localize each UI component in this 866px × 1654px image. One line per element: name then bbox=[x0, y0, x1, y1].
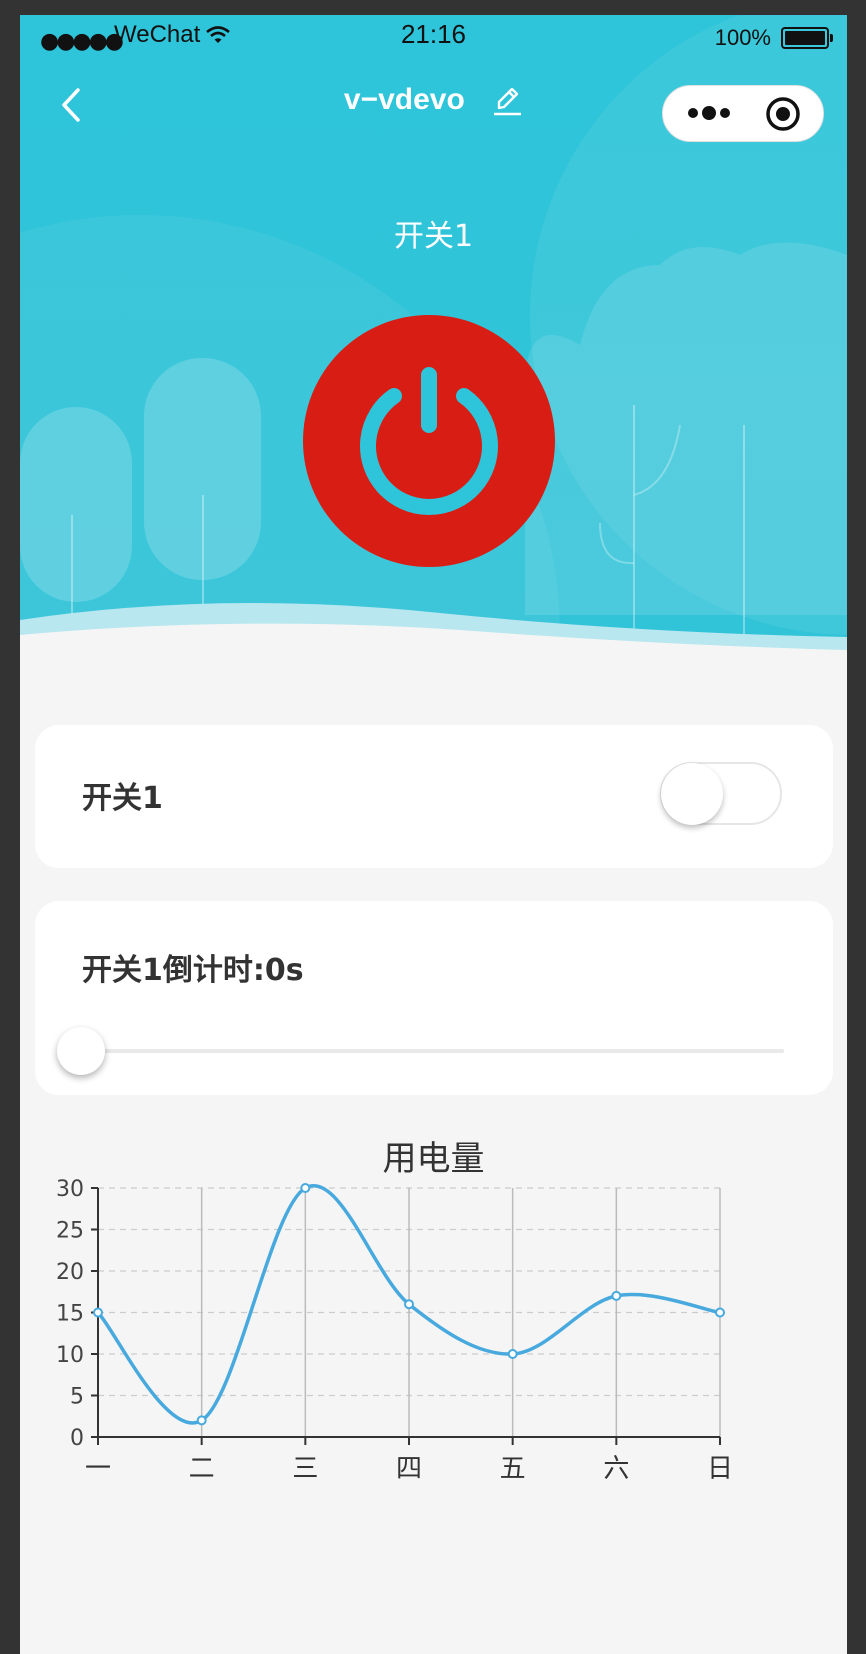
switch-toggle[interactable] bbox=[660, 762, 782, 825]
data-point bbox=[196, 1415, 207, 1426]
data-point bbox=[715, 1307, 725, 1318]
switch-card: 开关1 bbox=[35, 725, 833, 868]
y-tick-label: 30 bbox=[56, 1177, 84, 1202]
y-tick-label: 25 bbox=[56, 1219, 84, 1244]
data-point bbox=[93, 1307, 103, 1318]
target-icon[interactable] bbox=[763, 94, 803, 134]
hero-banner: ●●●●● WeChat 21:16 100% v−vdevo 开关1 bbox=[20, 15, 847, 655]
device-name: v−vdevo bbox=[343, 83, 465, 117]
more-dots-icon[interactable] bbox=[681, 93, 741, 133]
x-tick-label: 一 bbox=[85, 1454, 111, 1484]
status-bar: ●●●●● WeChat 21:16 100% bbox=[20, 15, 847, 55]
chart-title: 用电量 bbox=[382, 1139, 485, 1179]
battery-icon bbox=[781, 27, 833, 49]
switch-label: 开关1 bbox=[82, 781, 163, 816]
power-icon bbox=[360, 367, 498, 515]
countdown-label: 开关1倒计时:0s bbox=[82, 953, 304, 988]
pencil-icon[interactable] bbox=[491, 83, 523, 117]
power-button[interactable] bbox=[303, 315, 555, 567]
countdown-slider-thumb[interactable] bbox=[57, 1027, 105, 1075]
x-tick-label: 四 bbox=[396, 1454, 422, 1484]
data-point bbox=[300, 1183, 311, 1193]
x-tick-label: 五 bbox=[500, 1454, 526, 1484]
x-tick-label: 日 bbox=[707, 1454, 733, 1484]
y-tick-label: 10 bbox=[56, 1343, 84, 1368]
mini-program-capsule bbox=[662, 85, 824, 142]
y-tick-label: 20 bbox=[56, 1260, 84, 1285]
phone-screen: ●●●●● WeChat 21:16 100% v−vdevo 开关1 开关1 … bbox=[20, 15, 847, 1654]
y-tick-label: 15 bbox=[56, 1302, 84, 1327]
toggle-knob bbox=[661, 763, 723, 825]
data-point bbox=[404, 1299, 414, 1310]
timer-card: 开关1倒计时:0s bbox=[35, 901, 833, 1095]
x-tick-label: 三 bbox=[292, 1454, 318, 1484]
data-point bbox=[507, 1349, 518, 1359]
navigation-bar: v−vdevo bbox=[20, 70, 847, 150]
countdown-slider-track[interactable] bbox=[80, 1049, 784, 1053]
y-tick-label: 0 bbox=[70, 1426, 84, 1451]
hero-switch-label: 开关1 bbox=[393, 219, 474, 254]
x-tick-label: 六 bbox=[603, 1454, 629, 1484]
data-point bbox=[611, 1290, 622, 1301]
x-tick-label: 二 bbox=[189, 1454, 215, 1484]
power-usage-chart: 0 5 10 15 20 25 30 一 二 三 四 五 六 日 bbox=[56, 1177, 733, 1484]
battery-percentage: 100% bbox=[714, 25, 771, 50]
y-tick-label: 5 bbox=[70, 1385, 84, 1410]
